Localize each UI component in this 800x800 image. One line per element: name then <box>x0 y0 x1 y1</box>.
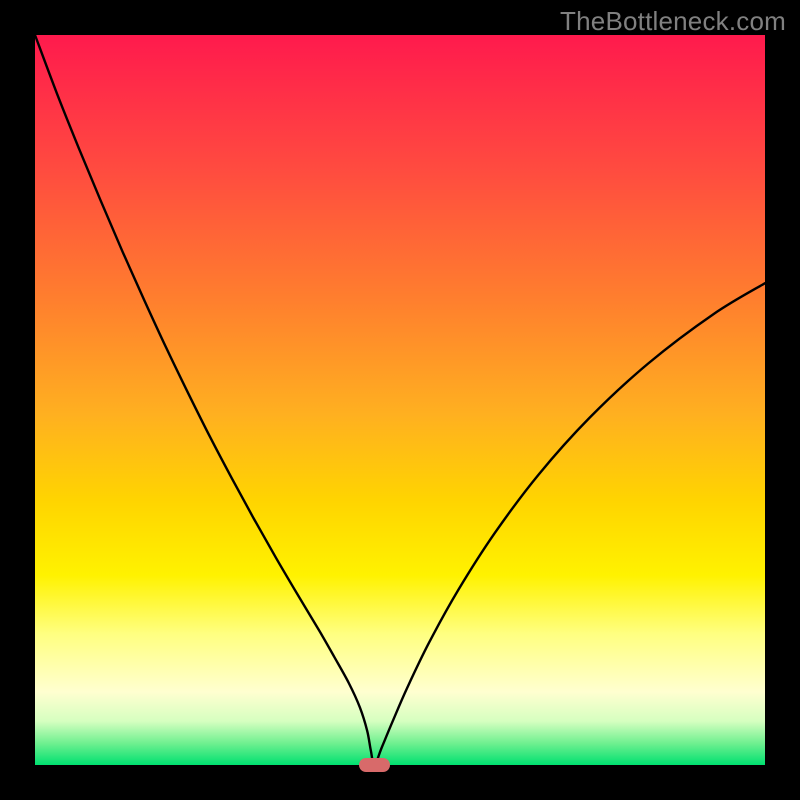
curve-svg <box>35 35 765 765</box>
min-range-marker <box>359 758 390 772</box>
outer-frame: TheBottleneck.com <box>0 0 800 800</box>
plot-area <box>35 35 765 765</box>
bottleneck-curve-path <box>35 35 765 765</box>
watermark-text: TheBottleneck.com <box>560 6 786 37</box>
